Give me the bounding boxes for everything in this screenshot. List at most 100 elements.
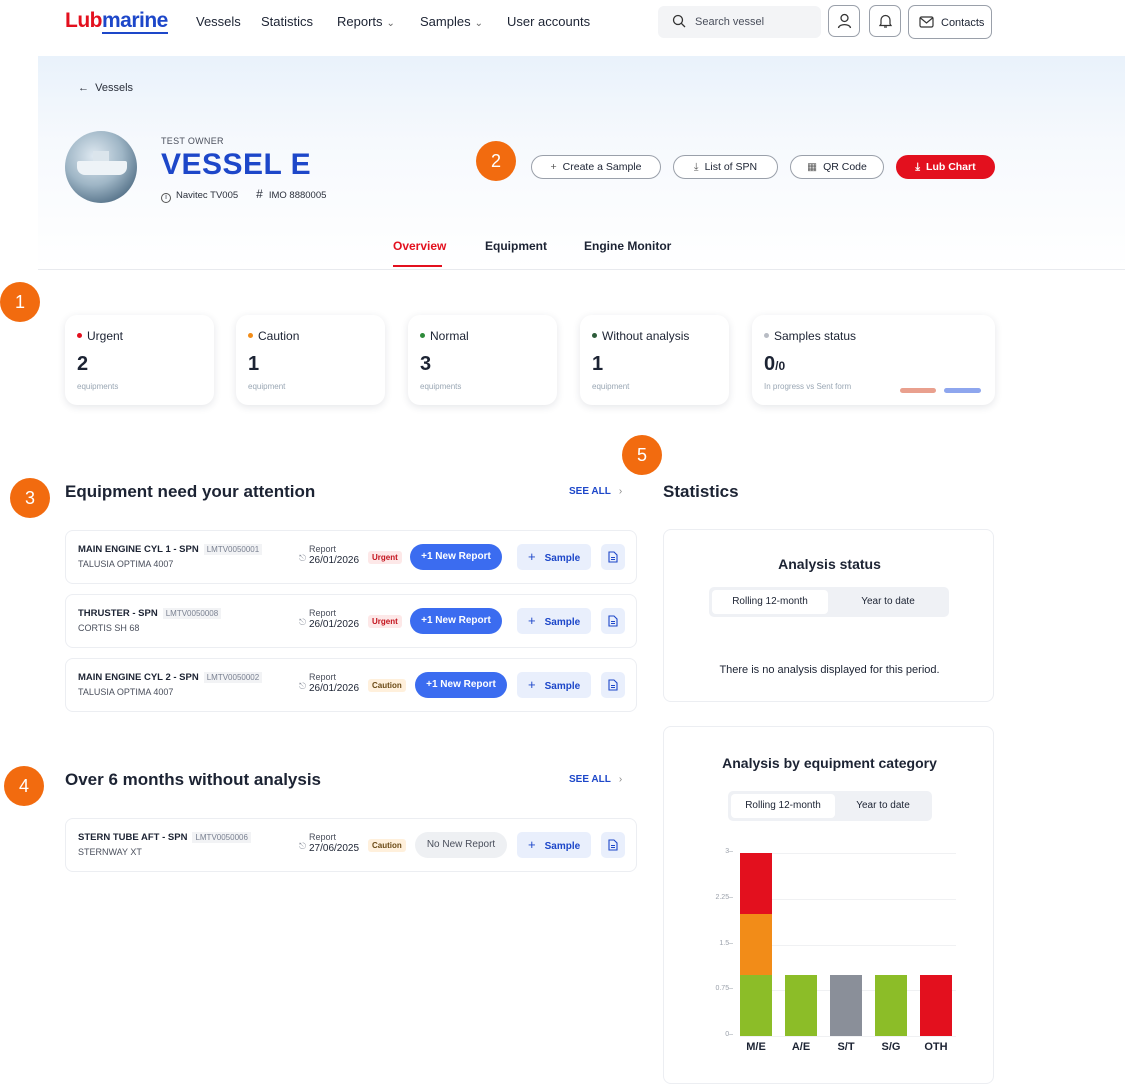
status-badge: Urgent — [368, 615, 402, 628]
segment-year-to-date[interactable]: Year to date — [837, 794, 929, 818]
document-button[interactable] — [601, 544, 625, 570]
qr-code-button[interactable]: ▦ QR Code — [790, 155, 884, 179]
sent-form-bar — [944, 388, 981, 393]
search-icon — [672, 14, 686, 28]
tab-equipment-label: Equipment — [485, 239, 547, 253]
document-icon — [608, 679, 618, 691]
qr-icon: ▦ — [807, 161, 818, 173]
equipment-row[interactable]: MAIN ENGINE CYL 2 - SPN LMTV0050002 TALUSI… — [65, 658, 637, 712]
new-report-button[interactable]: No New Report — [415, 832, 507, 858]
equipment-product: STERNWAY XT — [78, 847, 142, 857]
annotation-marker-1: 1 — [0, 282, 40, 322]
tab-equipment[interactable]: Equipment — [485, 239, 547, 253]
profile-button[interactable] — [828, 5, 860, 37]
x-tick-label: M/E — [746, 1041, 766, 1053]
summary-card-without-analysis[interactable]: Without analysis 1 equipment — [580, 315, 729, 405]
contacts-button[interactable]: Contacts — [908, 5, 992, 39]
new-report-button[interactable]: +1 New Report — [410, 544, 502, 570]
lub-chart-button[interactable]: ⤓ Lub Chart — [896, 155, 995, 179]
add-sample-button[interactable]: + Sample — [517, 544, 591, 570]
summary-card-urgent[interactable]: Urgent 2 equipments — [65, 315, 214, 405]
nav-vessels[interactable]: Vessels — [196, 14, 241, 29]
x-tick-label: S/T — [837, 1041, 855, 1053]
gridline — [740, 898, 956, 900]
tab-engine-monitor-label: Engine Monitor — [584, 239, 672, 253]
equipment-product: CORTIS SH 68 — [78, 623, 140, 633]
bar-segment-M/E — [740, 914, 772, 975]
document-button[interactable] — [601, 832, 625, 858]
x-tick-label: S/G — [881, 1041, 901, 1053]
flask-icon: ⎋ — [299, 841, 307, 851]
attention-see-all-link[interactable]: SEE ALL › — [569, 486, 622, 497]
report-label: Report — [309, 832, 337, 842]
card-value: 2 — [77, 353, 89, 375]
x-tick-label: A/E — [791, 1041, 811, 1053]
plus-icon: + — [528, 549, 536, 564]
gridline — [740, 1036, 956, 1037]
plus-icon: + — [550, 161, 557, 173]
chevron-right-icon: › — [618, 486, 623, 497]
nav-statistics[interactable]: Statistics — [261, 14, 313, 29]
list-spn-button[interactable]: ⤓ List of SPN — [673, 155, 778, 179]
summary-card-caution[interactable]: Caution 1 equipment — [236, 315, 385, 405]
nav-samples[interactable]: Samples ⌄ — [420, 14, 483, 29]
segment-rolling-12-month[interactable]: Rolling 12-month — [712, 590, 828, 614]
search-input[interactable]: Search vessel — [658, 6, 821, 38]
without-analysis-see-all-link[interactable]: SEE ALL › — [569, 774, 622, 785]
category-period-toggle: Rolling 12-month Year to date — [728, 791, 932, 821]
status-dot — [248, 333, 253, 338]
status-badge: Caution — [368, 679, 406, 692]
nav-user-accounts[interactable]: User accounts — [507, 14, 590, 29]
tab-engine-monitor[interactable]: Engine Monitor — [584, 239, 671, 253]
equipment-row[interactable]: MAIN ENGINE CYL 1 - SPN LMTV0050001 TALUSI… — [65, 530, 637, 584]
notifications-button[interactable] — [869, 5, 901, 37]
search-placeholder: Search vessel — [695, 16, 765, 28]
attention-title: Equipment need your attention — [65, 482, 316, 501]
summary-card-normal[interactable]: Normal 3 equipments — [408, 315, 557, 405]
annotation-marker-2: 2 — [476, 141, 516, 181]
summary-card-samples-status[interactable]: Samples status 0/0 In progress vs Sent f… — [752, 315, 995, 405]
status-badge: Caution — [368, 839, 406, 852]
document-icon — [608, 839, 618, 851]
nav-reports[interactable]: Reports ⌄ — [337, 14, 395, 29]
equipment-row[interactable]: THRUSTER - SPN LMTV0050008 CORTIS SH 68 ⎋ Re… — [65, 594, 637, 648]
add-sample-button[interactable]: + Sample — [517, 672, 591, 698]
segment-rolling-12-month[interactable]: Rolling 12-month — [731, 794, 835, 818]
vessel-meta: i Navitec TV005 # IMO 8880005 — [161, 187, 326, 203]
document-icon — [608, 615, 618, 627]
tab-overview-label: Overview — [393, 239, 447, 253]
document-button[interactable] — [601, 608, 625, 634]
report-date: 26/01/2026 — [309, 683, 360, 694]
equipment-code: LMTV0050006 — [192, 832, 251, 843]
new-report-button[interactable]: +1 New Report — [415, 672, 507, 698]
lub-chart-label: Lub Chart — [926, 161, 976, 173]
in-progress-bar — [900, 388, 936, 393]
lubmarine-logo[interactable]: Lubmarine — [65, 9, 168, 34]
plus-icon: + — [528, 837, 536, 852]
nav-vessels-label: Vessels — [196, 14, 241, 29]
report-label: Report — [309, 672, 337, 682]
document-icon — [608, 551, 618, 563]
document-button[interactable] — [601, 672, 625, 698]
card-value: 1 — [248, 353, 260, 375]
new-report-button[interactable]: +1 New Report — [410, 608, 502, 634]
mail-icon — [919, 16, 934, 28]
tab-overview[interactable]: Overview — [393, 239, 446, 253]
segment-year-to-date[interactable]: Year to date — [830, 590, 946, 614]
add-sample-button[interactable]: + Sample — [517, 832, 591, 858]
back-link[interactable]: ← Vessels — [78, 82, 133, 94]
bar-segment-A/E — [785, 975, 817, 1036]
equipment-name: MAIN ENGINE CYL 1 - SPN LMTV0050001 — [78, 544, 263, 555]
sample-label: Sample — [544, 681, 581, 692]
add-sample-button[interactable]: + Sample — [517, 608, 591, 634]
sample-label: Sample — [544, 617, 581, 628]
annotation-marker-5: 5 — [622, 435, 662, 475]
flask-icon: ⎋ — [299, 553, 307, 563]
y-tick-label: 1.5– — [719, 939, 733, 947]
download-icon: ⤓ — [693, 161, 699, 173]
equipment-name: MAIN ENGINE CYL 2 - SPN LMTV0050002 — [78, 672, 263, 683]
equipment-row[interactable]: STERN TUBE AFT - SPN LMTV0050006 STERNWAY … — [65, 818, 637, 872]
chevron-down-icon: ⌄ — [386, 18, 395, 29]
create-sample-button[interactable]: + Create a Sample — [531, 155, 661, 179]
analysis-status-panel: Analysis status Rolling 12-month Year to… — [663, 529, 994, 702]
